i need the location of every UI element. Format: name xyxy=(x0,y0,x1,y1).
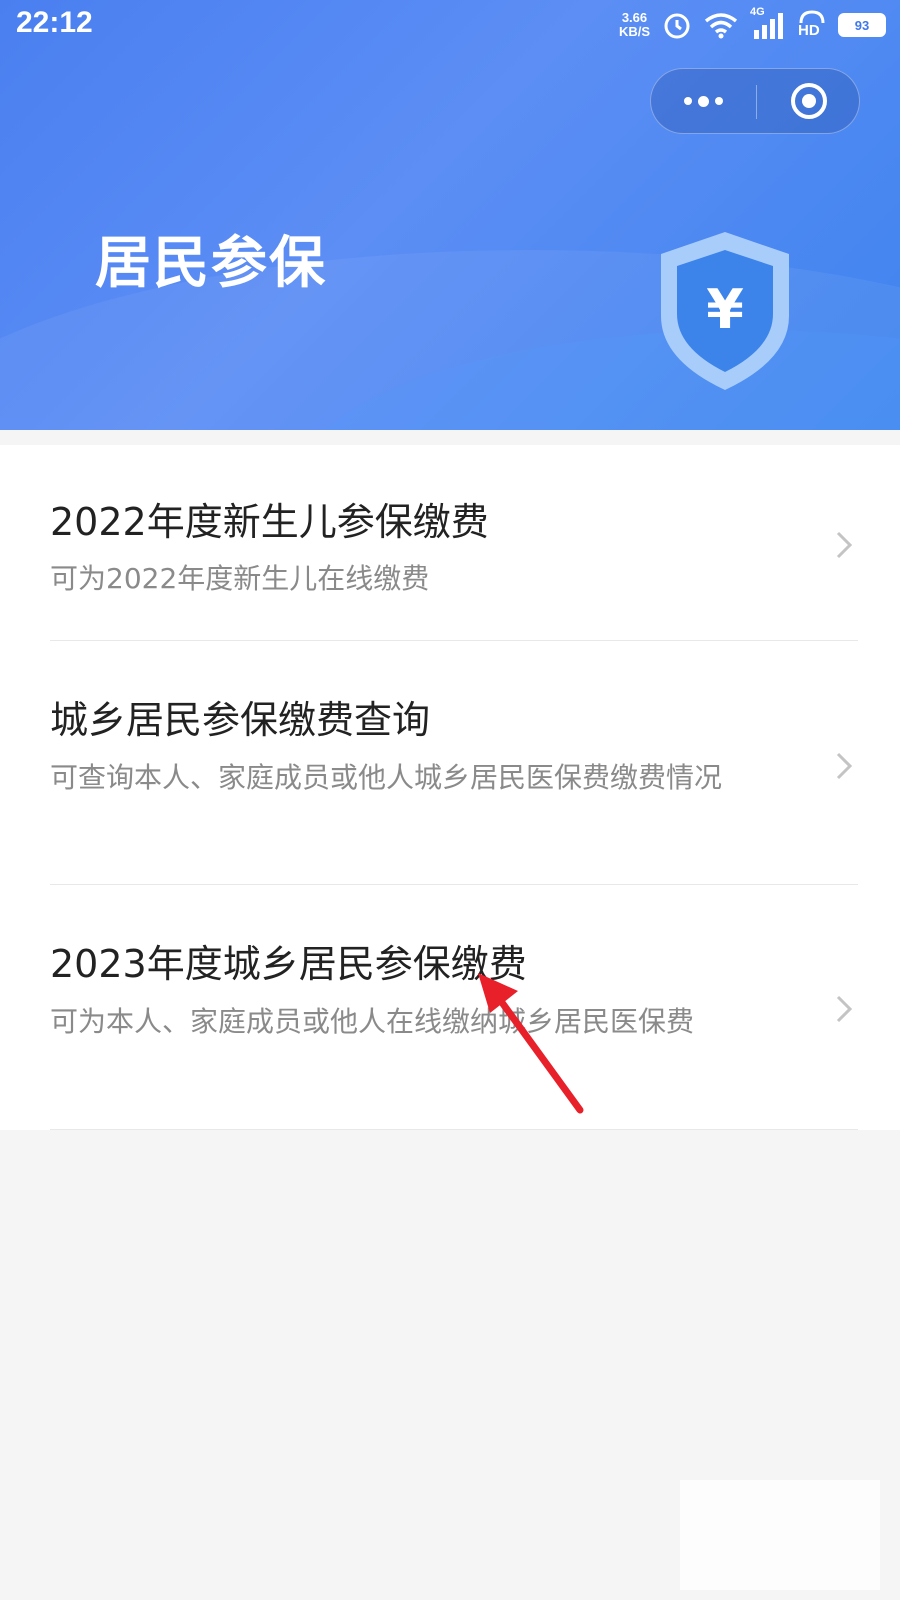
more-dot xyxy=(684,97,692,105)
divider xyxy=(50,1129,858,1130)
alarm-icon xyxy=(664,13,690,39)
more-dot xyxy=(715,97,723,105)
wifi-icon xyxy=(704,13,738,39)
target-close-icon xyxy=(791,83,827,119)
menu-item-2023-payment[interactable]: 2023年度城乡居民参保缴费 可为本人、家庭成员或他人在线缴纳城乡居民医保费 xyxy=(50,885,858,1129)
battery-icon: 93 xyxy=(838,13,886,37)
net-speed-unit: KB/S xyxy=(618,24,650,39)
more-button[interactable] xyxy=(651,69,756,133)
menu-item-title: 2022年度新生儿参保缴费 xyxy=(50,500,489,544)
chevron-right-icon xyxy=(836,531,853,559)
more-dot xyxy=(698,95,709,107)
menu-item-desc: 可为2022年度新生儿在线缴费 xyxy=(50,562,430,595)
chevron-right-icon xyxy=(836,752,853,780)
chevron-right-icon xyxy=(836,995,853,1023)
battery-level: 93 xyxy=(854,17,870,33)
shield-yuan-icon: ¥ xyxy=(661,232,789,390)
status-time: 22:12 xyxy=(16,6,93,39)
menu-item-desc: 可为本人、家庭成员或他人在线缴纳城乡居民医保费 xyxy=(50,1005,695,1038)
page-title: 居民参保 xyxy=(95,231,327,296)
hd-label: HD xyxy=(798,22,820,39)
close-miniprogram-button[interactable] xyxy=(757,69,861,133)
menu-item-desc: 可查询本人、家庭成员或他人城乡居民医保费缴费情况 xyxy=(50,761,723,794)
signal-icon: 4G xyxy=(750,6,786,40)
menu-item-title: 城乡居民参保缴费查询 xyxy=(50,698,431,742)
menu-item-newborn-payment[interactable]: 2022年度新生儿参保缴费 可为2022年度新生儿在线缴费 xyxy=(50,445,858,640)
menu-item-payment-query[interactable]: 城乡居民参保缴费查询 可查询本人、家庭成员或他人城乡居民医保费缴费情况 xyxy=(50,641,858,884)
status-icons: 3.66 KB/S 4G HD 93 xyxy=(619,6,886,42)
watermark-patch xyxy=(680,1480,880,1590)
menu-card: 2022年度新生儿参保缴费 可为2022年度新生儿在线缴费 城乡居民参保缴费查询… xyxy=(0,445,900,1130)
header-banner: 22:12 3.66 KB/S 4G HD 93 居民参保 ¥ xyxy=(0,0,900,430)
net-speed-value: 3.66 xyxy=(621,10,648,25)
miniprogram-capsule xyxy=(650,68,860,134)
net-speed: 3.66 KB/S xyxy=(619,11,650,39)
status-bar: 22:12 3.66 KB/S 4G HD 93 xyxy=(0,0,900,52)
menu-item-title: 2023年度城乡居民参保缴费 xyxy=(50,942,527,986)
shield-symbol: ¥ xyxy=(706,278,744,341)
hd-icon: HD xyxy=(798,10,826,40)
red-arrow-annotation xyxy=(478,973,584,1114)
